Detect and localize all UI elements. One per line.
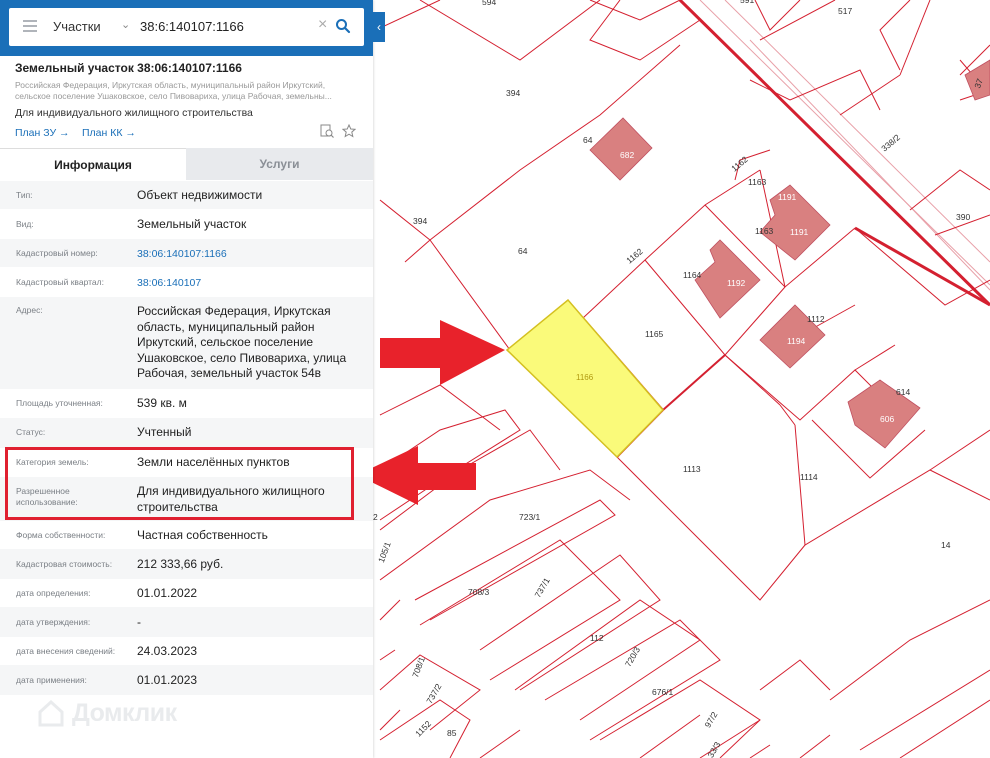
map-label: 112 xyxy=(590,633,604,643)
address-line: сельское поселение Ушаковское, село Пиво… xyxy=(15,91,332,101)
map-label: 64 xyxy=(583,135,593,145)
search-bar: Участки ⌄ 38:6:140107:1166 × xyxy=(0,0,373,56)
map-label: 390 xyxy=(956,212,970,222)
cadastral-number-link[interactable]: 38:06:140107:1166 xyxy=(137,247,362,263)
map-label: 676/1 xyxy=(652,687,674,697)
field-label: Статус: xyxy=(16,427,46,437)
map-label: 85 xyxy=(447,728,457,738)
field-value: Объект недвижимости xyxy=(137,188,263,202)
field-label: Форма собственности: xyxy=(16,530,106,540)
brand-logo: Домклик xyxy=(36,698,177,728)
field-value: Частная собственность xyxy=(137,528,268,542)
field-value: 24.03.2023 xyxy=(137,644,198,658)
field-value: Земельный участок xyxy=(137,217,247,231)
address-line: Ушаковское, село Пивовариха, улица xyxy=(137,350,347,365)
layer-select[interactable]: Участки xyxy=(53,19,101,34)
field-value: Учтенный xyxy=(137,425,192,439)
map-label: 1191 xyxy=(778,192,797,202)
field-value: 01.01.2022 xyxy=(137,586,198,600)
field-label: дата утверждения: xyxy=(16,617,91,627)
info-panel: Участки ⌄ 38:6:140107:1166 × Земельный у… xyxy=(0,0,373,758)
cadastral-quarter-link[interactable]: 38:06:140107 xyxy=(137,276,362,292)
menu-icon[interactable] xyxy=(23,20,37,32)
map-label: 394 xyxy=(413,216,427,226)
map-label: 517 xyxy=(838,6,852,16)
field-label: Вид: xyxy=(16,219,34,229)
magnifier-doc-icon[interactable] xyxy=(320,124,334,138)
map-label: 1166 xyxy=(576,373,594,382)
map-label: 394 xyxy=(506,88,520,98)
parcel-title: Земельный участок 38:06:140107:1166 xyxy=(15,61,242,75)
map-label: 1113 xyxy=(683,464,701,474)
field-value: 01.01.2023 xyxy=(137,673,198,687)
address-line: Российская Федерация, Иркутская область,… xyxy=(15,80,326,90)
tabs: Информация Услуги xyxy=(0,148,373,181)
parcel-use: Для индивидуального жилищного строительс… xyxy=(15,107,253,119)
map-label: 1194 xyxy=(787,336,806,346)
map-label: 723/1 xyxy=(519,512,541,522)
plan-zu-link[interactable]: План ЗУ → xyxy=(15,127,70,139)
field-label: Площадь уточненная: xyxy=(16,398,103,408)
address-line: Российская Федерация, Иркутская xyxy=(137,304,331,318)
map-label: 1164 xyxy=(683,270,702,280)
field-label: дата применения: xyxy=(16,675,87,685)
map-label: 606 xyxy=(880,414,894,424)
map-label: 1191 xyxy=(790,227,809,237)
tab-info[interactable]: Информация xyxy=(0,148,186,181)
search-input[interactable]: 38:6:140107:1166 xyxy=(140,19,244,34)
map-label: 64 xyxy=(518,246,528,256)
map-label: 594 xyxy=(482,0,496,7)
map-label: 1163 xyxy=(748,177,767,187)
plan-kk-link[interactable]: План КК → xyxy=(82,127,136,139)
map-label: 1163 xyxy=(755,226,774,236)
map-label: 14 xyxy=(941,540,951,550)
search-icon[interactable] xyxy=(335,18,351,34)
field-label: дата внесения сведений: xyxy=(16,646,116,656)
address-line: область, муниципальный район xyxy=(137,319,315,334)
map-label: 591 xyxy=(740,0,754,5)
field-value-address: Российская Федерация, Иркутская область,… xyxy=(137,304,362,382)
field-value: - xyxy=(137,615,141,629)
address-line: Рабочая, земельный участок 54в xyxy=(137,366,322,380)
collapse-panel-button[interactable]: ‹ xyxy=(373,12,385,42)
field-label: Тип: xyxy=(16,190,33,200)
close-icon[interactable]: × xyxy=(318,16,327,34)
map-label: 2 xyxy=(373,512,378,522)
highlight-box xyxy=(5,447,354,520)
house-logo-icon xyxy=(38,699,64,727)
field-label: Кадастровый квартал: xyxy=(16,277,104,287)
map-label: 1192 xyxy=(727,278,746,288)
map-label: 1165 xyxy=(645,329,664,339)
field-value: 539 кв. м xyxy=(137,396,187,410)
field-label: Адрес: xyxy=(16,305,43,315)
map-label: 614 xyxy=(896,387,910,397)
map-label: 1114 xyxy=(800,472,818,482)
brand-name: Домклик xyxy=(72,698,177,727)
map-label: 708/3 xyxy=(468,587,490,597)
tab-services[interactable]: Услуги xyxy=(186,148,373,180)
search-box[interactable]: Участки ⌄ 38:6:140107:1166 × xyxy=(9,8,364,46)
chevron-down-icon[interactable]: ⌄ xyxy=(121,18,130,31)
address-line: Иркутский, сельское поселение xyxy=(137,335,314,349)
parcel-address-short: Российская Федерация, Иркутская область,… xyxy=(15,80,360,102)
star-icon[interactable] xyxy=(342,124,356,138)
map-label: 682 xyxy=(620,150,634,160)
map-label: 1112 xyxy=(807,314,825,324)
field-label: дата определения: xyxy=(16,588,91,598)
field-label: Кадастровая стоимость: xyxy=(16,559,113,569)
field-value: 212 333,66 руб. xyxy=(137,557,224,571)
field-label: Кадастровый номер: xyxy=(16,248,98,258)
